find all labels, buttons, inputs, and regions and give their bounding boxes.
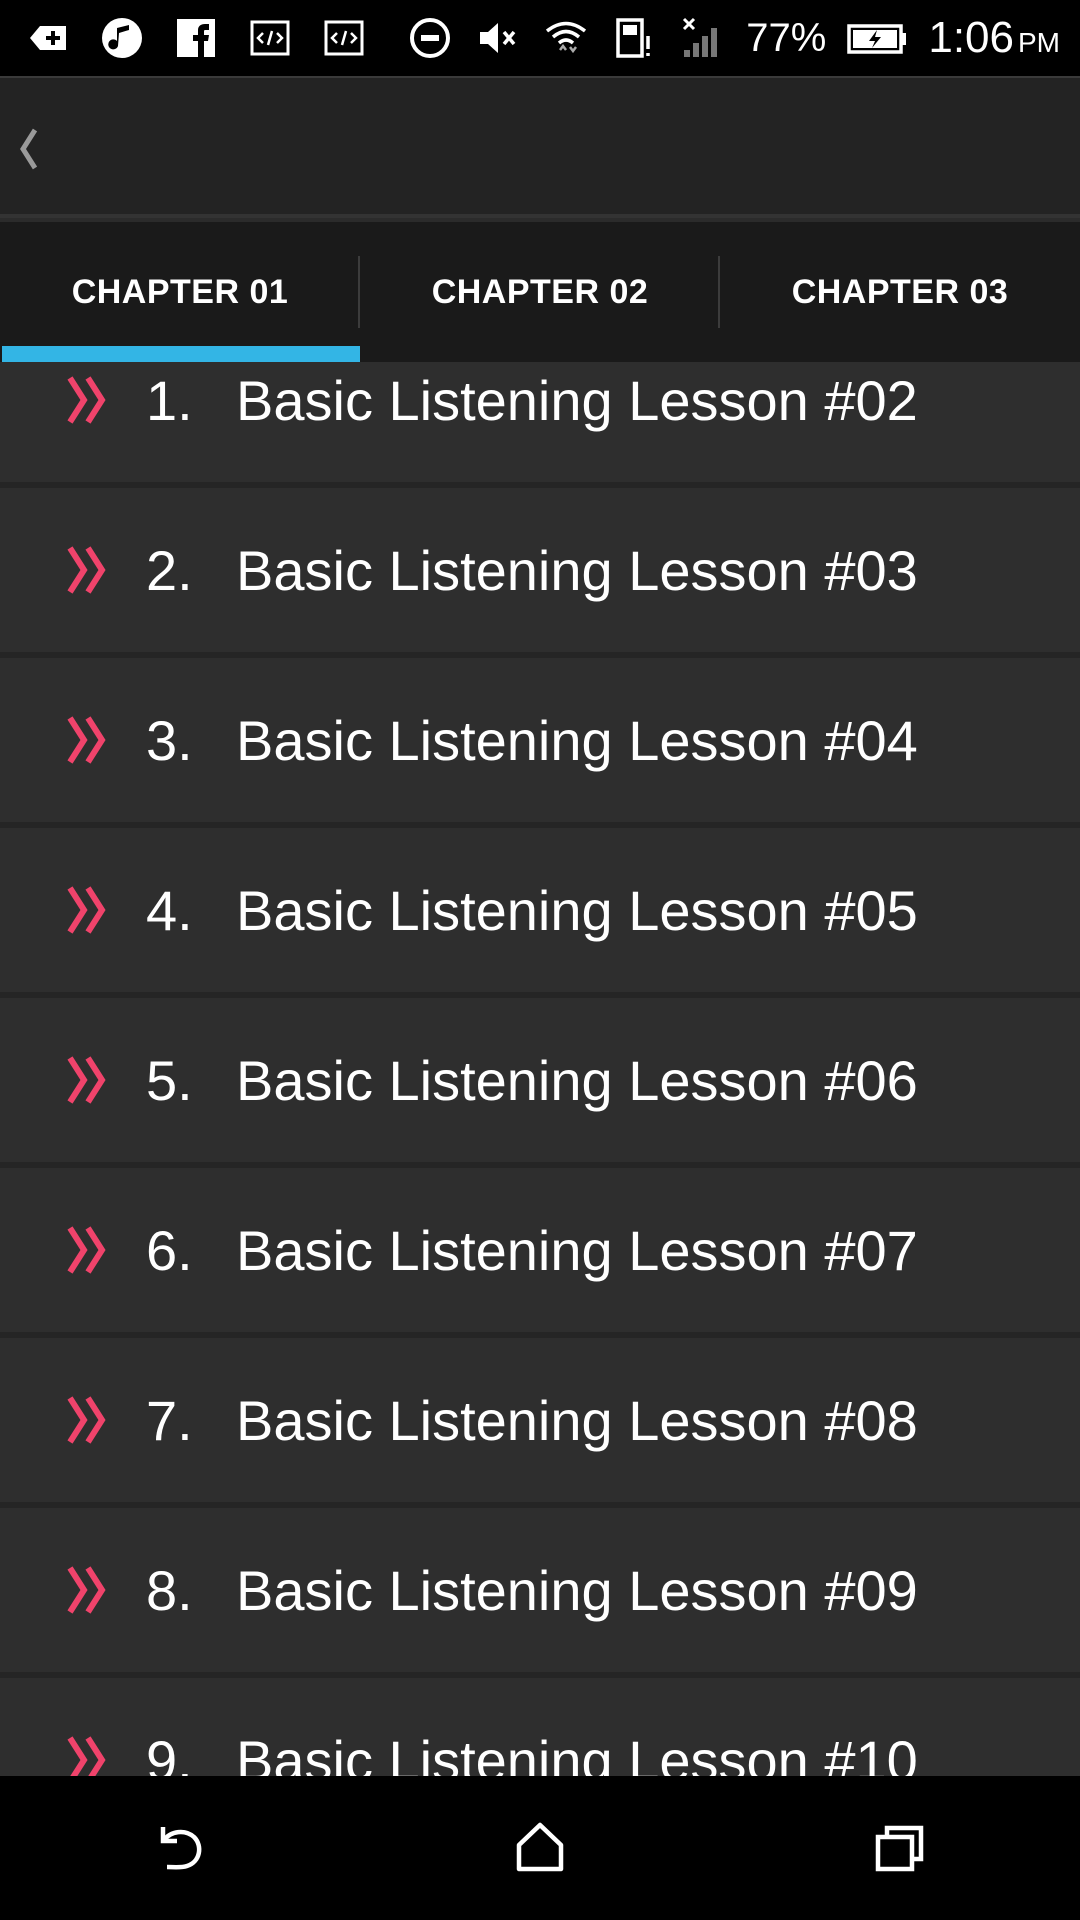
lesson-list[interactable]: 1. Basic Listening Lesson #02 2. Basic L… <box>0 362 1080 1776</box>
double-chevron-right-icon <box>67 1056 106 1104</box>
screen: 77% 1:06 PM CHAPTER 01 CHAPTER 02 CHAPTER… <box>0 0 1080 1920</box>
tab-chapter-01[interactable]: CHAPTER 01 <box>0 222 360 362</box>
list-item[interactable]: 9. Basic Listening Lesson #10 <box>0 1678 1080 1776</box>
facebook-icon <box>172 14 220 62</box>
double-chevron-right-icon <box>67 1226 106 1274</box>
time: 1:06 <box>928 13 1014 62</box>
lesson-number: 8. <box>146 1558 193 1622</box>
lesson-number: 3. <box>146 708 193 772</box>
list-item[interactable]: 8. Basic Listening Lesson #09 <box>0 1508 1080 1672</box>
nav-back-button[interactable] <box>140 1808 220 1888</box>
battery-percent: 77% <box>746 15 827 60</box>
lesson-title: Basic Listening Lesson #06 <box>236 1048 918 1112</box>
nav-home-button[interactable] <box>500 1808 580 1888</box>
list-item[interactable]: 4. Basic Listening Lesson #05 <box>0 828 1080 992</box>
double-chevron-right-icon <box>67 886 106 934</box>
action-bar <box>0 76 1080 218</box>
chevron-left-icon <box>20 128 38 170</box>
list-item[interactable]: 3. Basic Listening Lesson #04 <box>0 658 1080 822</box>
back-button[interactable] <box>8 114 48 184</box>
code-icon <box>246 14 294 62</box>
home-icon <box>516 1822 564 1872</box>
tab-chapter-02[interactable]: CHAPTER 02 <box>360 222 720 362</box>
double-chevron-right-icon <box>67 376 106 424</box>
add-notification-icon <box>24 14 72 62</box>
status-bar: 77% 1:06 PM <box>0 0 1080 76</box>
list-item[interactable]: 7. Basic Listening Lesson #08 <box>0 1338 1080 1502</box>
lesson-title: Basic Listening Lesson #03 <box>236 538 918 602</box>
double-chevron-right-icon <box>67 1736 106 1776</box>
lesson-title: Basic Listening Lesson #04 <box>236 708 918 772</box>
lesson-title: Basic Listening Lesson #08 <box>236 1388 918 1452</box>
status-icons-left <box>24 14 368 62</box>
lesson-title: Basic Listening Lesson #02 <box>236 368 918 432</box>
double-chevron-right-icon <box>67 546 106 594</box>
list-item[interactable]: 2. Basic Listening Lesson #03 <box>0 488 1080 652</box>
time-ampm: PM <box>1018 27 1060 58</box>
mute-icon <box>474 14 522 62</box>
music-app-icon <box>98 14 146 62</box>
lesson-number: 1. <box>146 368 193 432</box>
lesson-number: 2. <box>146 538 193 602</box>
lesson-title: Basic Listening Lesson #05 <box>236 878 918 942</box>
lesson-number: 4. <box>146 878 193 942</box>
status-icons-right: 77% 1:06 PM <box>406 13 1060 63</box>
wifi-icon <box>542 14 590 62</box>
chapter-tabs: CHAPTER 01 CHAPTER 02 CHAPTER 03 <box>0 222 1080 362</box>
list-item[interactable]: 5. Basic Listening Lesson #06 <box>0 998 1080 1162</box>
double-chevron-right-icon <box>67 1566 106 1614</box>
tab-label: CHAPTER 02 <box>431 272 649 311</box>
lesson-title: Basic Listening Lesson #07 <box>236 1218 918 1282</box>
sd-card-icon <box>610 14 658 62</box>
selected-tab-indicator <box>2 346 360 362</box>
lesson-number: 6. <box>146 1218 193 1282</box>
tab-label: CHAPTER 01 <box>71 272 289 311</box>
no-signal-icon <box>678 14 726 62</box>
lesson-number: 7. <box>146 1388 193 1452</box>
lesson-number: 9. <box>146 1728 193 1777</box>
nav-recents-button[interactable] <box>860 1808 940 1888</box>
tab-label: CHAPTER 03 <box>791 272 1009 311</box>
recents-icon <box>875 1825 924 1872</box>
double-chevron-right-icon <box>67 1396 106 1444</box>
navigation-bar <box>0 1776 1080 1920</box>
code-icon <box>320 14 368 62</box>
double-chevron-right-icon <box>67 716 106 764</box>
clock: 1:06 PM <box>928 13 1060 63</box>
battery-charging-icon <box>846 14 908 62</box>
list-item[interactable]: 1. Basic Listening Lesson #02 <box>0 362 1080 482</box>
do-not-disturb-icon <box>406 14 454 62</box>
lesson-title: Basic Listening Lesson #10 <box>236 1728 918 1777</box>
lesson-number: 5. <box>146 1048 193 1112</box>
list-item[interactable]: 6. Basic Listening Lesson #07 <box>0 1168 1080 1332</box>
back-icon <box>160 1827 202 1870</box>
tab-chapter-03[interactable]: CHAPTER 03 <box>720 222 1080 362</box>
lesson-title: Basic Listening Lesson #09 <box>236 1558 918 1622</box>
